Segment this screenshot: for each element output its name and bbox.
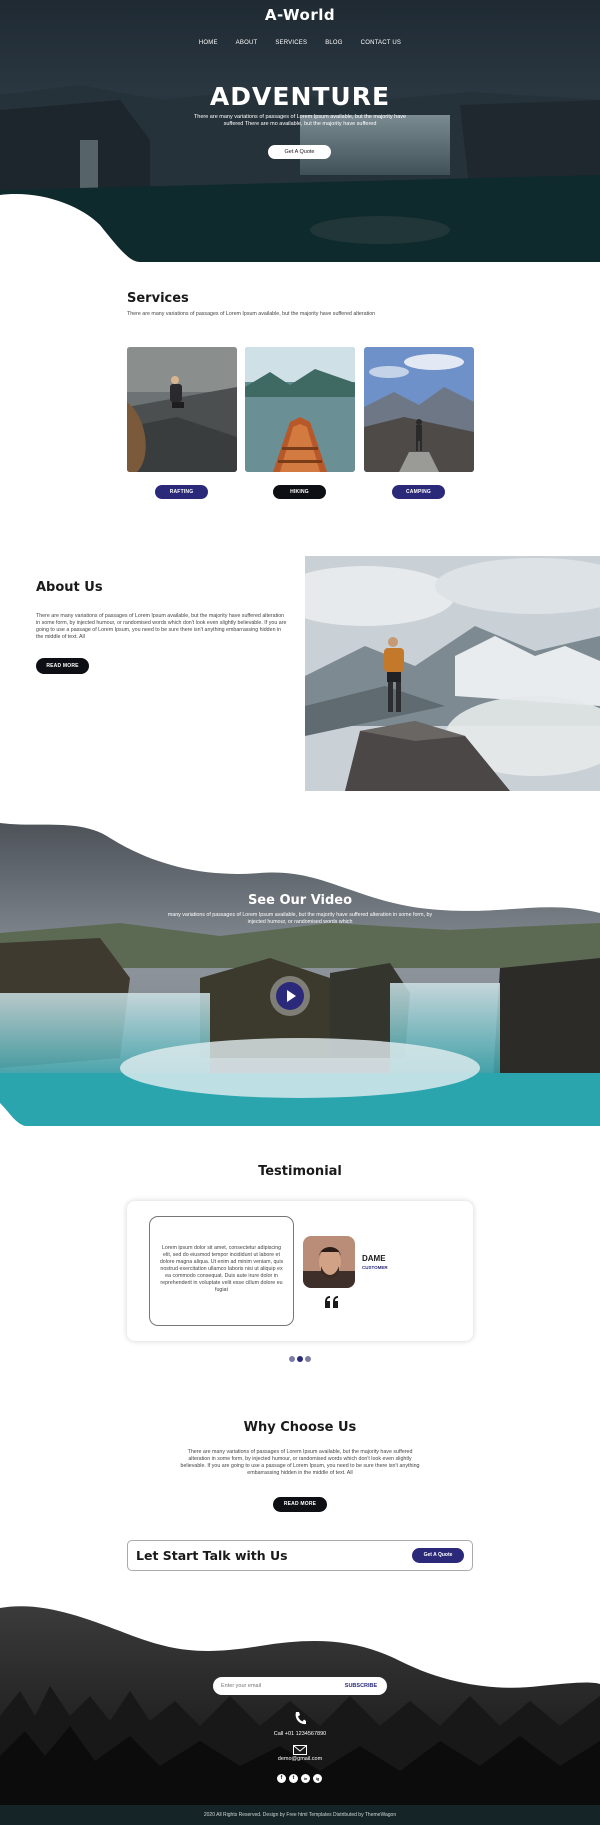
customer-role: CUSTOMER <box>362 1265 388 1270</box>
carousel-dot-3[interactable] <box>305 1356 311 1362</box>
boat-on-lake-photo <box>245 347 355 472</box>
about-image <box>275 556 600 791</box>
linkedin-icon[interactable]: in <box>301 1774 310 1783</box>
nav-blog[interactable]: BLOG <box>325 40 342 46</box>
services-title: Services <box>127 291 189 306</box>
mail-icon <box>293 1742 307 1755</box>
hiker-on-cliff-photo <box>275 556 600 791</box>
service-rafting-button[interactable]: RAFTING <box>155 485 208 499</box>
video-title: See Our Video <box>247 893 353 908</box>
twitter-icon[interactable]: t <box>289 1774 298 1783</box>
testimonial-quote: Lorem ipsum dolor sit amet, consectetur … <box>159 1245 284 1293</box>
quote-icon <box>324 1295 340 1309</box>
service-camping-button[interactable]: CAMPING <box>392 485 445 499</box>
get-quote-button[interactable]: Get A Quote <box>268 145 331 159</box>
play-button-circle[interactable] <box>276 982 304 1010</box>
service-card-hiking-image[interactable] <box>245 347 355 472</box>
instagram-icon[interactable]: ig <box>313 1774 322 1783</box>
why-read-more-button[interactable]: READ MORE <box>273 1497 327 1512</box>
carousel-dot-1[interactable] <box>289 1356 295 1362</box>
carousel-dot-2[interactable] <box>297 1356 303 1362</box>
waterfall-background-image <box>0 818 600 1126</box>
hero-description: There are many variations of passages of… <box>193 114 407 127</box>
about-read-more-button[interactable]: READ MORE <box>36 658 89 674</box>
video-description: many variations of passages of Lorem Ips… <box>167 912 433 925</box>
service-card-rafting-image[interactable] <box>127 347 237 472</box>
copyright-bar: 2020 All Rights Reserved. Design by Free… <box>0 1805 600 1825</box>
talk-title: Let Start Talk with Us <box>136 1548 288 1563</box>
play-button[interactable] <box>270 976 310 1016</box>
about-description: There are many variations of passages of… <box>36 613 287 640</box>
play-icon <box>287 990 296 1002</box>
talk-quote-button[interactable]: Get A Quote <box>412 1548 464 1563</box>
footer-phone[interactable]: Call +01 1234567890 <box>0 1731 600 1737</box>
service-card-camping-image[interactable] <box>364 347 474 472</box>
nav-home[interactable]: HOME <box>199 40 218 46</box>
hiker-on-rocks-photo <box>127 347 237 472</box>
why-description: There are many variations of passages of… <box>180 1449 420 1476</box>
nav-about[interactable]: ABOUT <box>236 40 258 46</box>
customer-photo <box>303 1236 355 1288</box>
why-title: Why Choose Us <box>243 1420 357 1435</box>
testimonial-title: Testimonial <box>258 1164 342 1179</box>
phone-icon <box>294 1711 306 1725</box>
man-on-mountain-photo <box>364 347 474 472</box>
customer-name: DAME <box>362 1254 386 1263</box>
facebook-icon[interactable]: f <box>277 1774 286 1783</box>
service-hiking-button[interactable]: HIKING <box>273 485 326 499</box>
about-title: About Us <box>36 580 103 595</box>
main-nav: HOME ABOUT SERVICES BLOG CONTACT US <box>0 40 600 46</box>
nav-contact-us[interactable]: CONTACT US <box>361 40 401 46</box>
hero-title: ADVENTURE <box>209 82 391 111</box>
site-logo[interactable]: A-World <box>0 6 600 24</box>
video-section <box>0 818 600 1126</box>
services-description: There are many variations of passages of… <box>127 311 376 317</box>
footer-email[interactable]: demo@gmail.com <box>0 1756 600 1762</box>
nav-services[interactable]: SERVICES <box>275 40 307 46</box>
customer-avatar <box>303 1236 355 1288</box>
subscribe-button[interactable]: SUBSCRIBE <box>336 1680 386 1692</box>
